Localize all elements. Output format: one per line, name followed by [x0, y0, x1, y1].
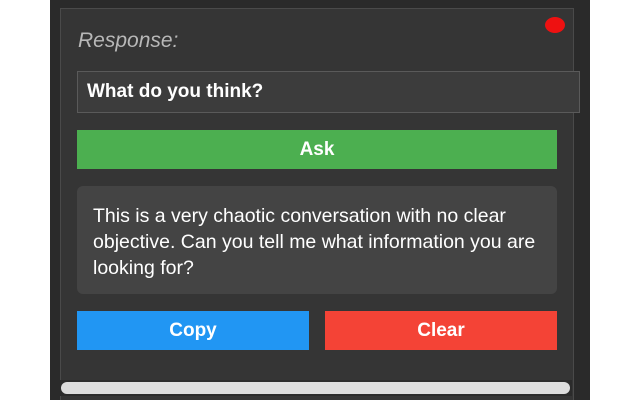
scrollbar-thumb[interactable]	[61, 382, 570, 394]
response-label: Response:	[78, 29, 179, 52]
screen: Response: Ask This is a very chaotic con…	[0, 0, 640, 400]
answer-box: This is a very chaotic conversation with…	[77, 186, 557, 294]
clear-button[interactable]: Clear	[325, 311, 557, 350]
ask-button[interactable]: Ask	[77, 130, 557, 169]
status-dot-icon	[545, 17, 565, 33]
horizontal-scrollbar[interactable]	[60, 380, 572, 396]
copy-button[interactable]: Copy	[77, 311, 309, 350]
question-input[interactable]	[77, 71, 580, 113]
